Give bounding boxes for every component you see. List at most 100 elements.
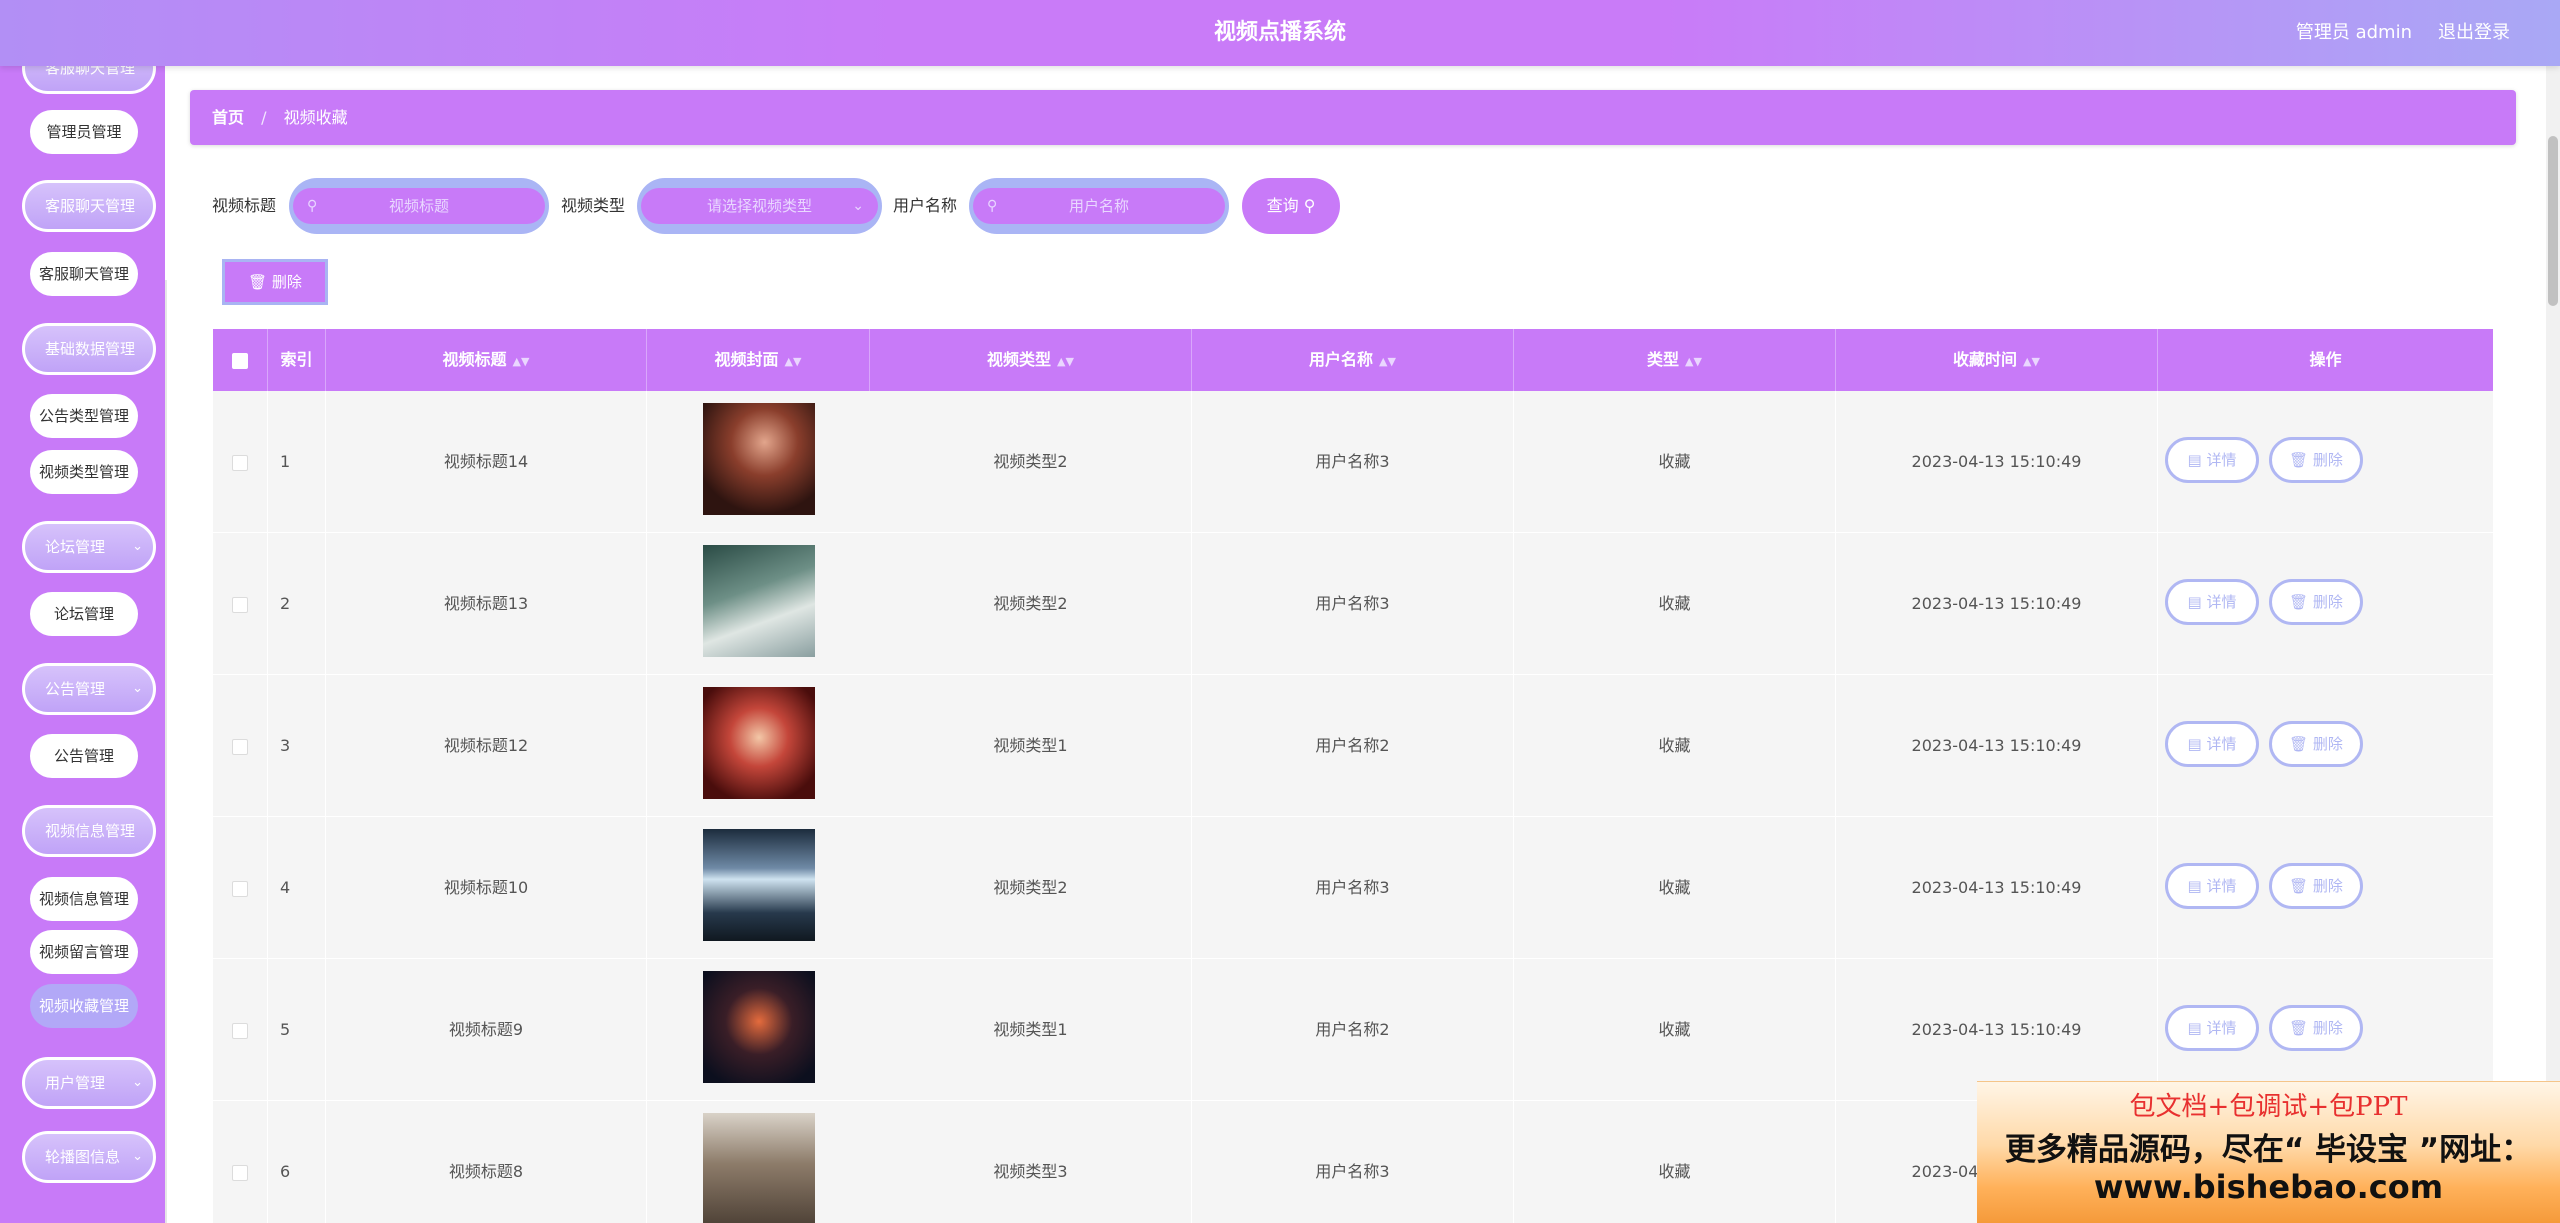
col-title[interactable]: 视频标题 ▲▼ xyxy=(326,329,647,391)
detail-button[interactable]: ▤ 详情 xyxy=(2165,579,2259,625)
row-title: 视频标题10 xyxy=(326,817,647,959)
chevron-down-icon: ⌄ xyxy=(132,1075,143,1090)
delete-button[interactable]: 🗑 删除 xyxy=(2269,721,2363,767)
col-label: 索引 xyxy=(280,350,313,369)
select-all-cell xyxy=(213,329,268,391)
col-time[interactable]: 收藏时间 ▲▼ xyxy=(1836,329,2158,391)
detail-button[interactable]: ▤ 详情 xyxy=(2165,721,2259,767)
sidebar-item-chat-manage[interactable]: 客服聊天管理 xyxy=(30,252,138,296)
sidebar-item-forum[interactable]: 论坛管理 ⌄ xyxy=(22,521,156,573)
row-kind: 收藏 xyxy=(1514,533,1836,675)
video-cover-image xyxy=(703,971,815,1083)
page-scrollbar-thumb[interactable] xyxy=(2548,136,2558,306)
sidebar-scrollbar[interactable] xyxy=(165,280,167,1223)
video-cover-image xyxy=(703,1113,815,1223)
user-input-field[interactable]: ⚲ 用户名称 xyxy=(973,188,1225,224)
trash-icon: 🗑 xyxy=(2289,593,2309,611)
row-index: 5 xyxy=(268,959,326,1101)
sidebar-item-notice-type[interactable]: 公告类型管理 xyxy=(30,394,138,438)
sidebar-item-video-info-manage[interactable]: 视频信息管理 xyxy=(30,877,138,921)
table-row: 5 视频标题9 视频类型1 用户名称2 收藏 2023-04-13 15:10:… xyxy=(213,959,2493,1101)
row-checkbox[interactable] xyxy=(232,1022,248,1039)
col-video-type[interactable]: 视频类型 ▲▼ xyxy=(870,329,1192,391)
search-icon: ⚲ xyxy=(987,198,998,214)
title-search-input[interactable]: ⚲ 视频标题 xyxy=(289,178,549,234)
row-title: 视频标题8 xyxy=(326,1101,647,1223)
row-checkbox[interactable] xyxy=(232,880,248,897)
delete-label: 删除 xyxy=(2312,451,2343,469)
sort-icon[interactable]: ▲▼ xyxy=(1685,355,1702,368)
sort-icon[interactable]: ▲▼ xyxy=(1057,355,1074,368)
sort-icon[interactable]: ▲▼ xyxy=(1379,355,1396,368)
sort-icon[interactable]: ▲▼ xyxy=(785,355,802,368)
user-search-input[interactable]: ⚲ 用户名称 xyxy=(969,178,1229,234)
detail-button[interactable]: ▤ 详情 xyxy=(2165,863,2259,909)
chevron-down-icon: ⌄ xyxy=(852,198,864,214)
col-index: 索引 xyxy=(268,329,326,391)
row-checkbox-cell xyxy=(213,533,268,675)
row-checkbox[interactable] xyxy=(232,738,248,755)
sort-icon[interactable]: ▲▼ xyxy=(513,355,530,368)
table-row: 3 视频标题12 视频类型1 用户名称2 收藏 2023-04-13 15:10… xyxy=(213,675,2493,817)
row-video-type: 视频类型1 xyxy=(870,675,1192,817)
table-row: 4 视频标题10 视频类型2 用户名称3 收藏 2023-04-13 15:10… xyxy=(213,817,2493,959)
row-checkbox[interactable] xyxy=(232,454,248,471)
query-button[interactable]: 查询 ⚲ xyxy=(1242,178,1340,234)
sidebar-item-label: 基础数据管理 xyxy=(45,340,136,358)
col-user[interactable]: 用户名称 ▲▼ xyxy=(1192,329,1514,391)
type-select-field[interactable]: 请选择视频类型 ⌄ xyxy=(641,188,878,224)
breadcrumb-current: 视频收藏 xyxy=(283,108,348,127)
title-input-field[interactable]: ⚲ 视频标题 xyxy=(293,188,545,224)
type-placeholder: 请选择视频类型 xyxy=(706,197,812,215)
delete-button[interactable]: 🗑 删除 xyxy=(2269,437,2363,483)
doc-icon: ▤ xyxy=(2187,593,2202,611)
video-cover-image xyxy=(703,829,815,941)
sidebar-item-notice-manage[interactable]: 公告管理 xyxy=(30,734,138,778)
row-video-type: 视频类型2 xyxy=(870,533,1192,675)
chevron-down-icon: ⌄ xyxy=(132,681,143,696)
col-cover[interactable]: 视频封面 ▲▼ xyxy=(647,329,870,391)
page-scrollbar[interactable] xyxy=(2546,66,2560,1223)
promo-url: www.bishebao.com xyxy=(2093,1168,2444,1206)
logout-link[interactable]: 退出登录 xyxy=(2438,0,2510,66)
delete-button[interactable]: 🗑 删除 xyxy=(2269,863,2363,909)
row-user: 用户名称3 xyxy=(1192,817,1514,959)
sidebar-item-video-favorite[interactable]: 视频收藏管理 xyxy=(30,984,138,1028)
detail-button[interactable]: ▤ 详情 xyxy=(2165,1005,2259,1051)
sidebar-item-forum-manage[interactable]: 论坛管理 xyxy=(30,592,138,636)
row-kind: 收藏 xyxy=(1514,391,1836,533)
row-title: 视频标题12 xyxy=(326,675,647,817)
select-all-checkbox[interactable] xyxy=(232,352,248,369)
detail-button[interactable]: ▤ 详情 xyxy=(2165,437,2259,483)
row-checkbox-cell xyxy=(213,1101,268,1223)
video-cover-image xyxy=(703,403,815,515)
sidebar-item-admin[interactable]: 管理员管理 xyxy=(30,110,138,154)
sidebar-item-label: 客服聊天管理 xyxy=(38,265,129,283)
col-label: 用户名称 xyxy=(1309,350,1374,369)
row-checkbox[interactable] xyxy=(232,1164,248,1181)
video-cover-image xyxy=(703,545,815,657)
sort-icon[interactable]: ▲▼ xyxy=(2023,355,2040,368)
sidebar-item-notice[interactable]: 公告管理 ⌄ xyxy=(22,663,156,715)
col-kind[interactable]: 类型 ▲▼ xyxy=(1514,329,1836,391)
type-select[interactable]: 请选择视频类型 ⌄ xyxy=(637,178,882,234)
sidebar-item-label: 公告管理 xyxy=(45,680,106,698)
sidebar-item-video-info[interactable]: 视频信息管理 xyxy=(22,805,156,857)
col-label: 收藏时间 xyxy=(1953,350,2018,369)
row-video-type: 视频类型1 xyxy=(870,959,1192,1101)
delete-button[interactable]: 🗑 删除 xyxy=(2269,579,2363,625)
sidebar-item-base-data[interactable]: 基础数据管理 xyxy=(22,323,156,375)
row-checkbox[interactable] xyxy=(232,596,248,613)
trash-icon: 🗑 xyxy=(2289,735,2309,753)
delete-button[interactable]: 🗑 删除 xyxy=(2269,1005,2363,1051)
sidebar-item-chat[interactable]: 客服聊天管理 xyxy=(22,180,156,232)
row-index: 6 xyxy=(268,1101,326,1223)
batch-delete-label: 删除 xyxy=(271,273,302,291)
sidebar-item-carousel[interactable]: 轮播图信息 ⌄ xyxy=(22,1131,156,1183)
batch-delete-button[interactable]: 🗑 删除 xyxy=(222,259,328,305)
row-video-type: 视频类型2 xyxy=(870,391,1192,533)
sidebar-item-users[interactable]: 用户管理 ⌄ xyxy=(22,1057,156,1109)
sidebar-item-video-type[interactable]: 视频类型管理 xyxy=(30,450,138,494)
breadcrumb-home[interactable]: 首页 xyxy=(212,108,244,127)
sidebar-item-video-comment[interactable]: 视频留言管理 xyxy=(30,930,138,974)
